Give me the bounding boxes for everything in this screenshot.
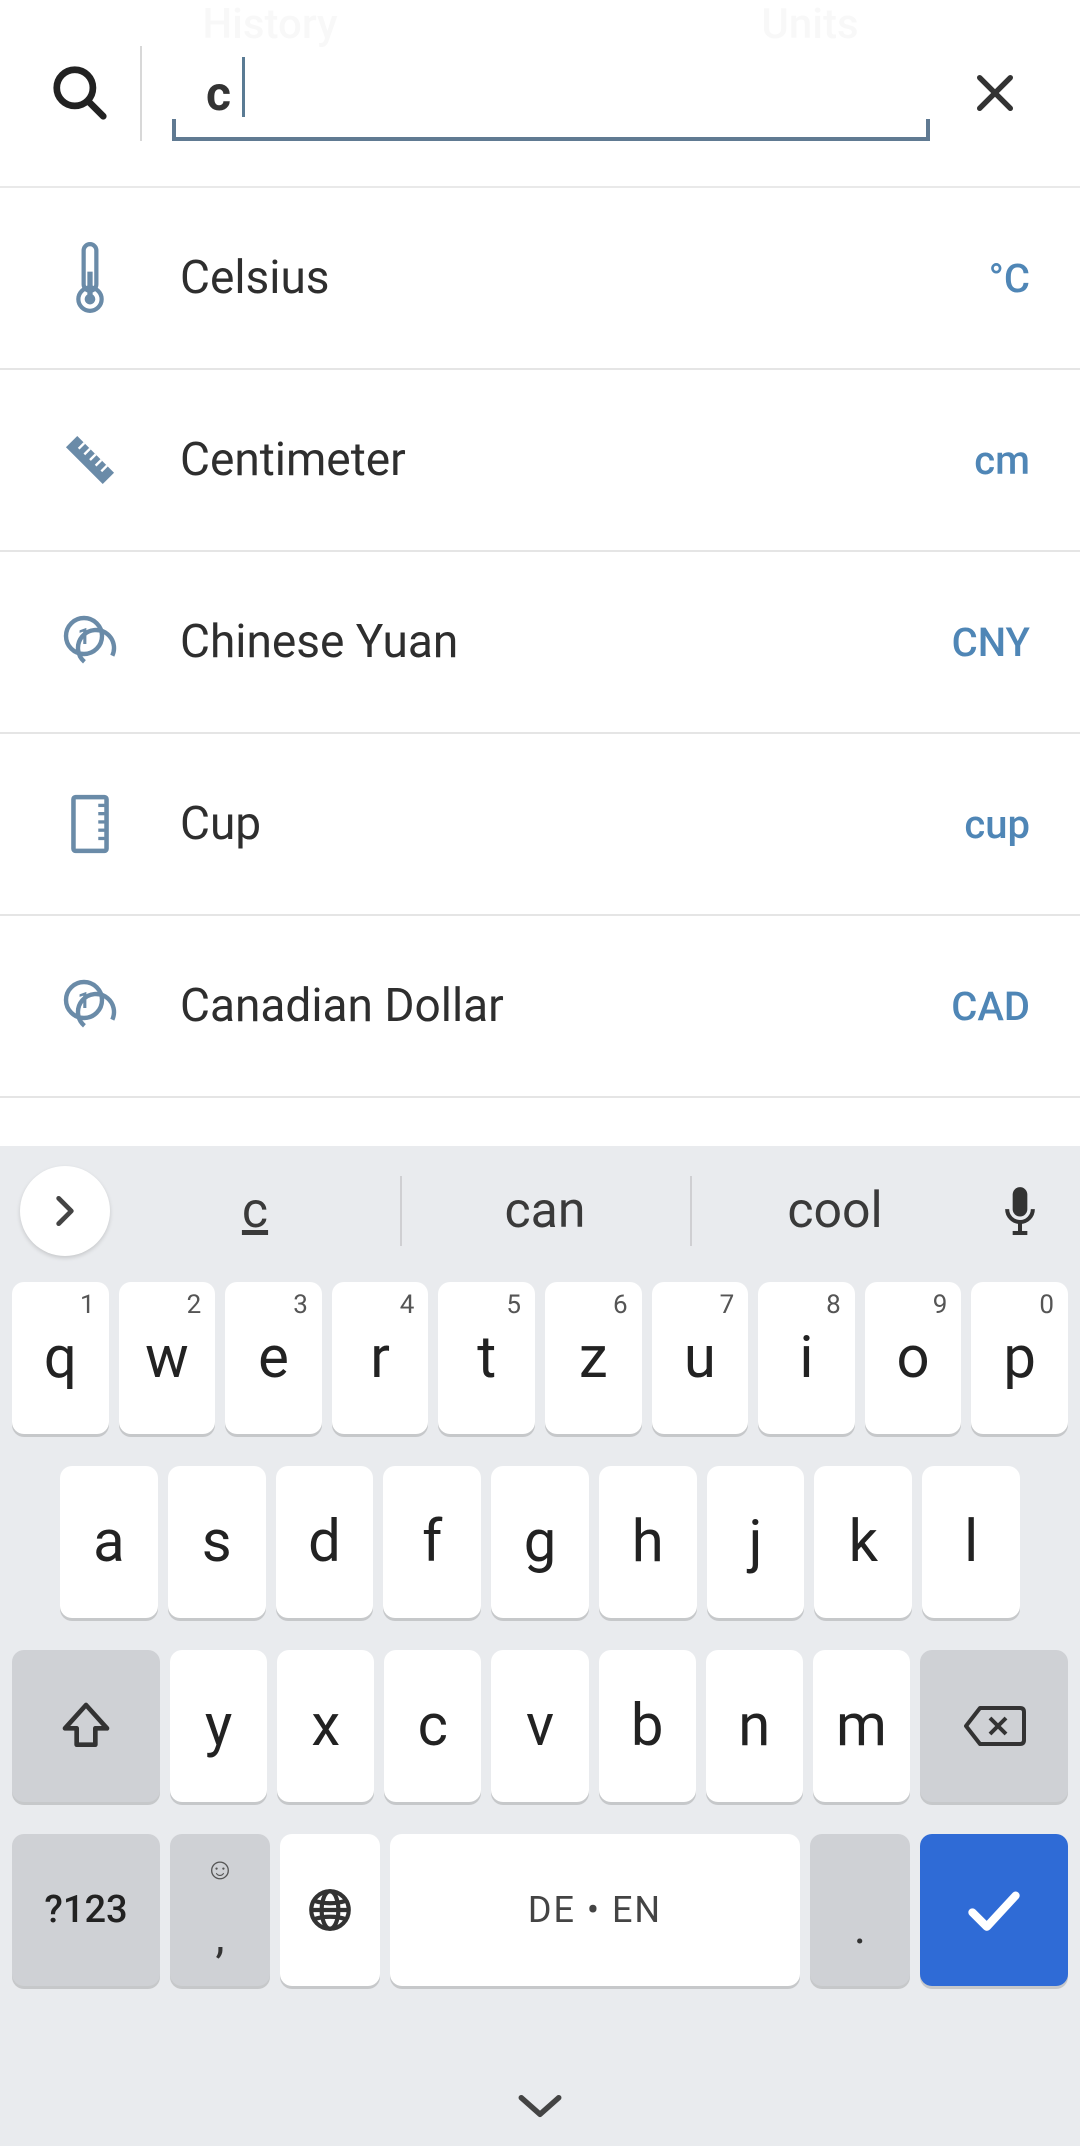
result-name: Cup <box>180 797 964 851</box>
result-symbol: cm <box>974 437 1030 484</box>
result-name: Chinese Yuan <box>180 615 952 669</box>
ruler-icon <box>0 430 180 490</box>
key-b[interactable]: b <box>599 1650 696 1802</box>
chevron-right-icon <box>46 1192 84 1230</box>
result-symbol: cup <box>964 801 1030 848</box>
key-v[interactable]: v <box>491 1650 588 1802</box>
search-icon <box>30 62 130 124</box>
key-q[interactable]: 1q <box>12 1282 109 1434</box>
key-f[interactable]: f <box>383 1466 481 1618</box>
backspace-key[interactable] <box>920 1650 1068 1802</box>
mic-button[interactable] <box>980 1183 1060 1239</box>
thermometer-icon <box>0 242 180 314</box>
result-name: Centimeter <box>180 433 974 487</box>
result-symbol: °C <box>989 255 1030 302</box>
key-c[interactable]: c <box>384 1650 481 1802</box>
suggestion[interactable]: c <box>110 1146 400 1276</box>
key-l[interactable]: l <box>922 1466 1020 1618</box>
key-i[interactable]: 8i <box>758 1282 855 1434</box>
backspace-icon <box>962 1702 1026 1750</box>
key-a[interactable]: a <box>60 1466 158 1618</box>
search-bar <box>0 0 1080 188</box>
suggestion-row: ccancool <box>0 1146 1080 1276</box>
collapse-keyboard-button[interactable] <box>0 2066 1080 2146</box>
coin-icon: 1 <box>0 612 180 672</box>
period-label: . <box>854 1901 866 1955</box>
suggestion[interactable]: cool <box>690 1146 980 1276</box>
keyboard: ccancool 1q2w3e4r5t6z7u8i9o0p asdfghjkl … <box>0 1146 1080 2146</box>
key-p[interactable]: 0p <box>971 1282 1068 1434</box>
clear-button[interactable] <box>950 48 1040 138</box>
shift-icon <box>58 1698 114 1754</box>
key-k[interactable]: k <box>814 1466 912 1618</box>
result-name: Canadian Dollar <box>180 979 951 1033</box>
chevron-down-icon <box>515 2091 565 2121</box>
result-name: Celsius <box>180 251 989 305</box>
result-symbol: CAD <box>951 983 1030 1030</box>
key-x[interactable]: x <box>277 1650 374 1802</box>
comma-label: , <box>215 1910 224 1964</box>
enter-key[interactable] <box>920 1834 1068 1986</box>
result-item[interactable]: Cupcup <box>0 734 1080 916</box>
key-w[interactable]: 2w <box>119 1282 216 1434</box>
language-key[interactable] <box>280 1834 380 1986</box>
result-item[interactable]: Celsius°C <box>0 188 1080 370</box>
key-m[interactable]: m <box>813 1650 910 1802</box>
keyboard-row-3: yxcvbnm <box>0 1650 1080 1802</box>
keyboard-row-4: ?123 ☺ , DE • EN . <box>0 1834 1080 1986</box>
result-item[interactable]: Centimetercm <box>0 370 1080 552</box>
suggestion[interactable]: can <box>400 1146 690 1276</box>
search-input-wrap[interactable] <box>172 43 930 143</box>
key-j[interactable]: j <box>707 1466 805 1618</box>
comma-key[interactable]: ☺ , <box>170 1834 270 1986</box>
key-z[interactable]: 6z <box>545 1282 642 1434</box>
check-icon <box>964 1886 1024 1934</box>
shift-key[interactable] <box>12 1650 160 1802</box>
expand-button[interactable] <box>20 1166 110 1256</box>
result-item[interactable]: 1Canadian DollarCAD <box>0 916 1080 1098</box>
divider <box>140 46 142 141</box>
search-input[interactable] <box>172 43 930 143</box>
key-h[interactable]: h <box>599 1466 697 1618</box>
key-y[interactable]: y <box>170 1650 267 1802</box>
space-key[interactable]: DE • EN <box>390 1834 800 1986</box>
symbols-key[interactable]: ?123 <box>12 1834 160 1986</box>
key-g[interactable]: g <box>491 1466 589 1618</box>
emoji-icon: ☺ <box>205 1852 236 1887</box>
result-item[interactable]: 1Chinese YuanCNY <box>0 552 1080 734</box>
key-d[interactable]: d <box>276 1466 374 1618</box>
key-r[interactable]: 4r <box>332 1282 429 1434</box>
text-cursor <box>242 57 245 117</box>
key-s[interactable]: s <box>168 1466 266 1618</box>
period-key[interactable]: . <box>810 1834 910 1986</box>
globe-icon <box>305 1885 355 1935</box>
cup-icon <box>0 793 180 855</box>
key-t[interactable]: 5t <box>438 1282 535 1434</box>
close-icon <box>972 70 1018 116</box>
mic-icon <box>998 1183 1042 1239</box>
key-e[interactable]: 3e <box>225 1282 322 1434</box>
coin-icon: 1 <box>0 976 180 1036</box>
key-u[interactable]: 7u <box>652 1282 749 1434</box>
key-o[interactable]: 9o <box>865 1282 962 1434</box>
result-symbol: CNY <box>952 619 1030 666</box>
key-n[interactable]: n <box>706 1650 803 1802</box>
